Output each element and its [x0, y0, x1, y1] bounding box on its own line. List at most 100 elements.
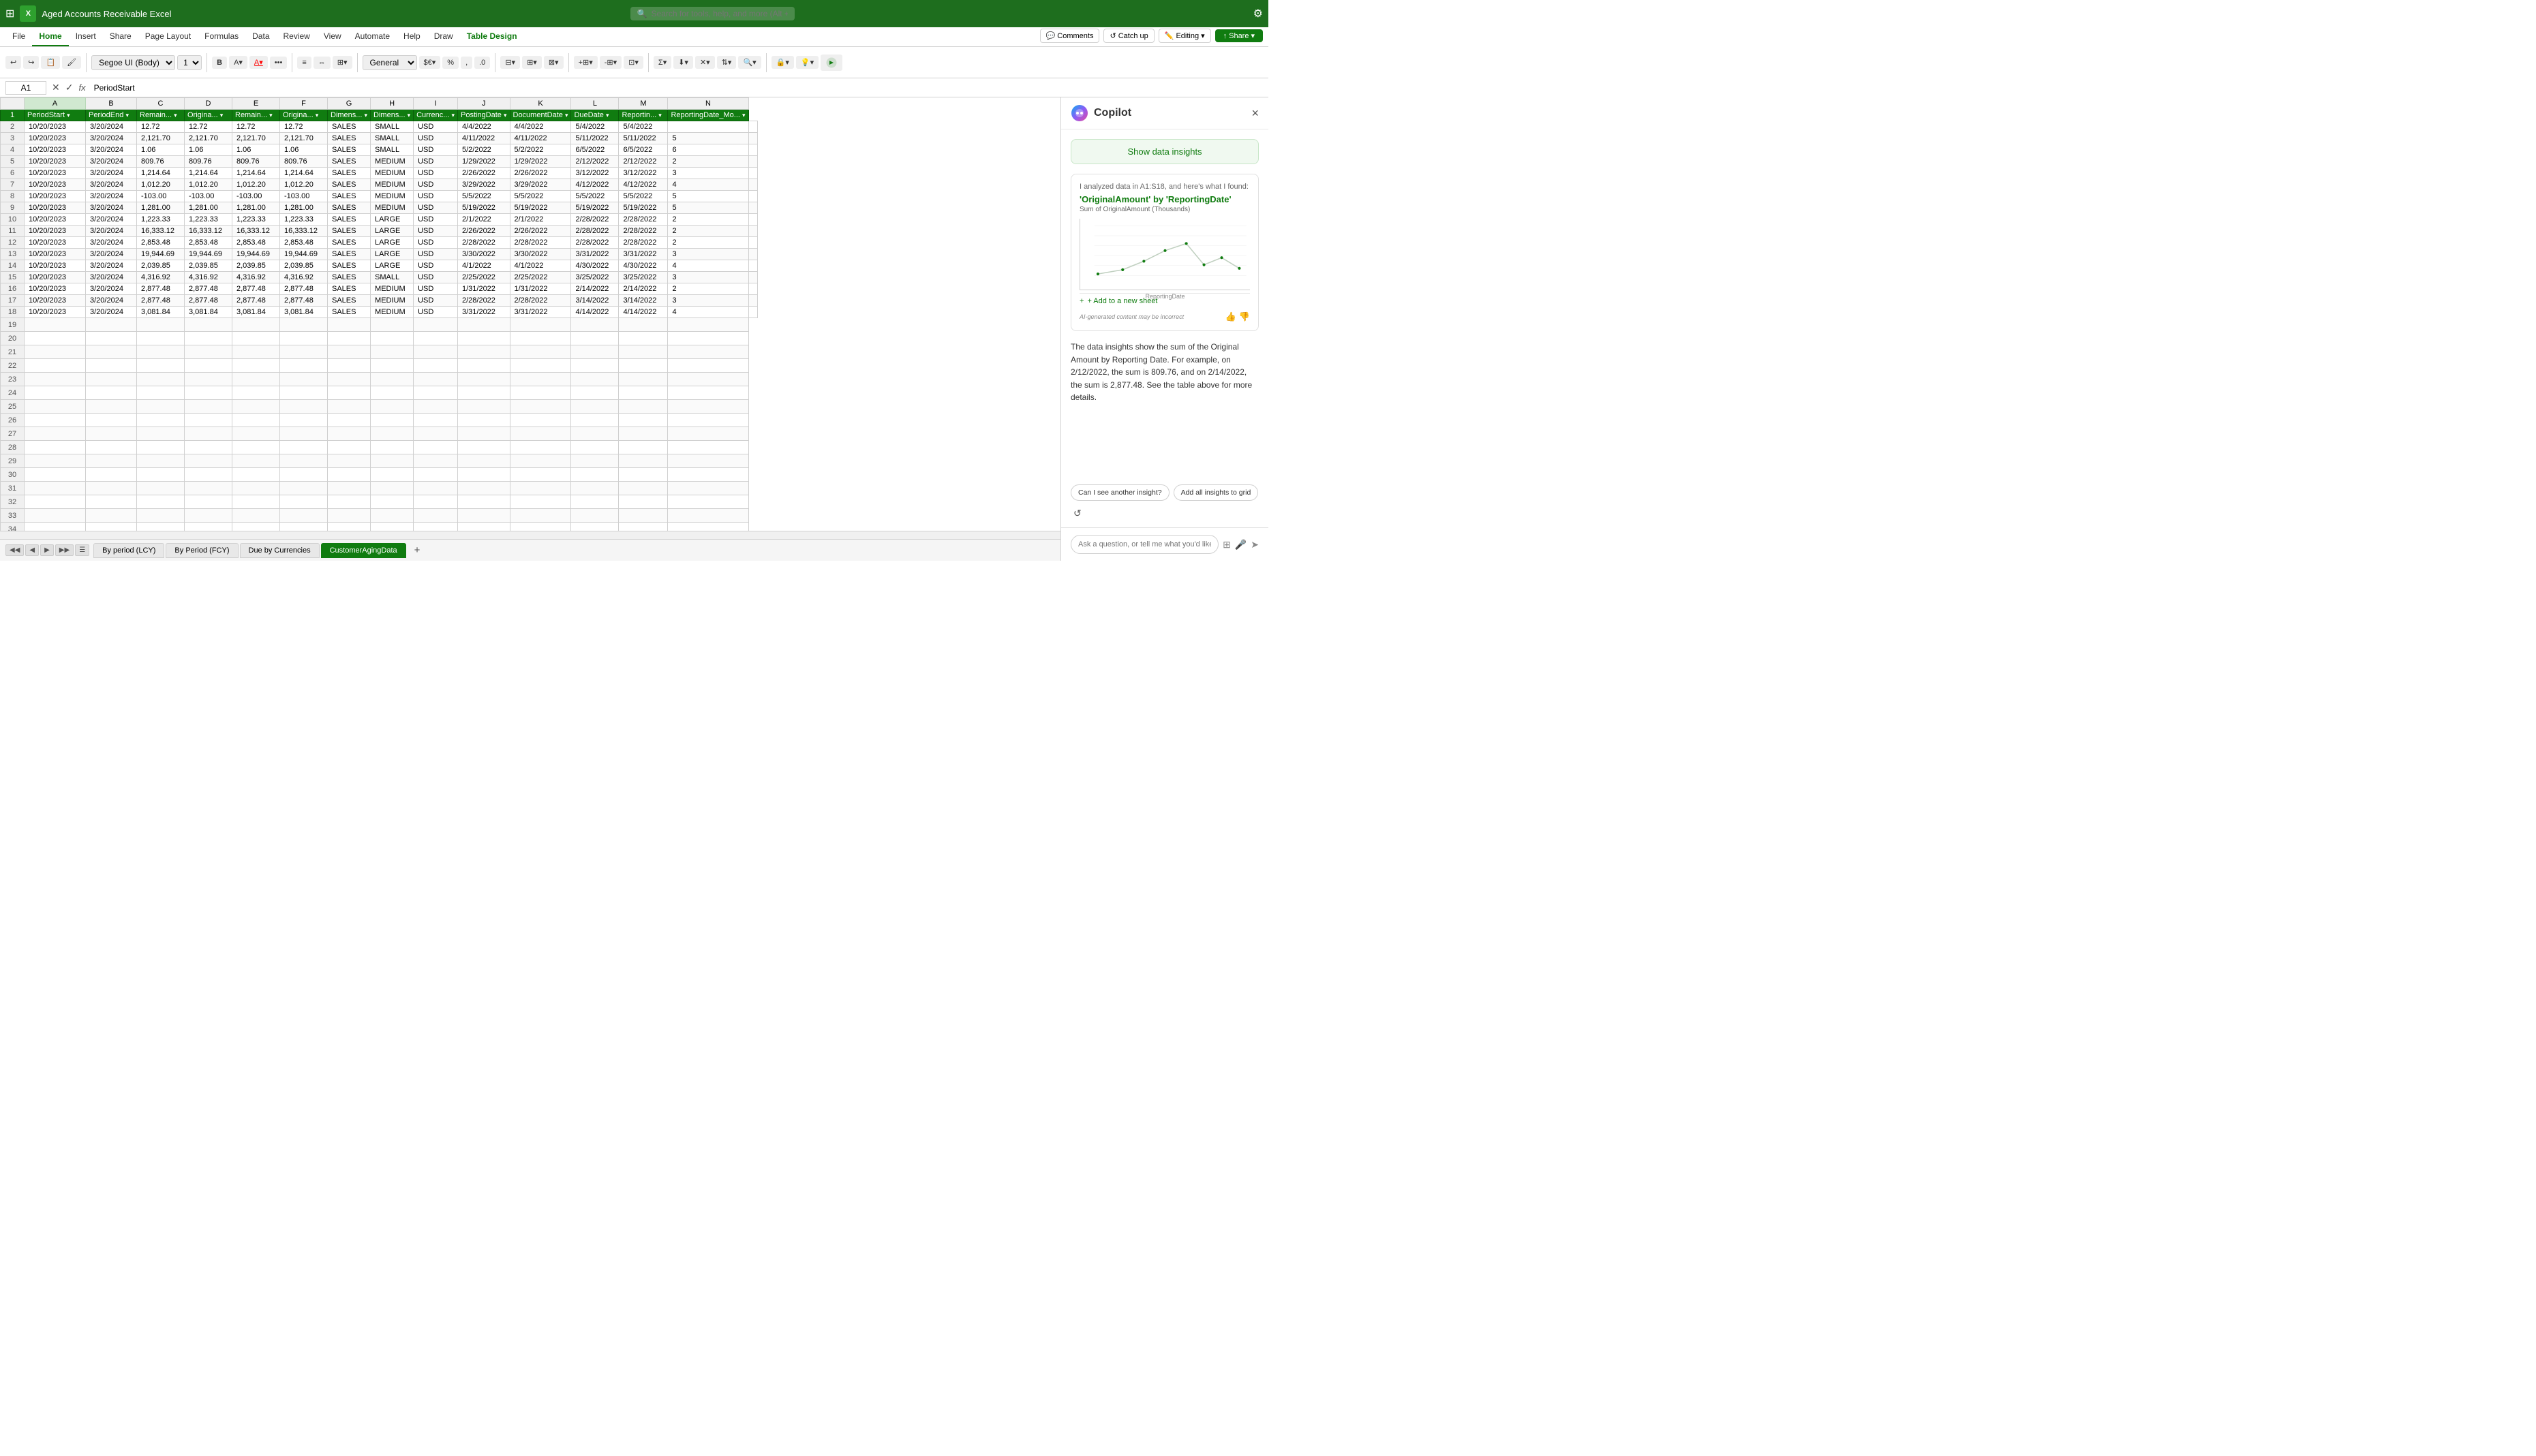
table-cell[interactable]: 2: [668, 283, 748, 295]
merge-button[interactable]: ⊞▾: [333, 56, 352, 69]
header-cell-periodstart[interactable]: PeriodStart ▾: [25, 110, 86, 121]
table-row[interactable]: 33: [1, 509, 758, 523]
table-cell[interactable]: 3: [668, 295, 748, 307]
table-cell[interactable]: 2: [668, 156, 748, 168]
table-cell[interactable]: SALES: [328, 249, 371, 260]
table-cell[interactable]: 2/28/2022: [571, 237, 619, 249]
table-row[interactable]: 28: [1, 441, 758, 454]
table-row[interactable]: 610/20/20233/20/20241,214.641,214.641,21…: [1, 168, 758, 179]
table-cell[interactable]: 5/2/2022: [457, 144, 510, 156]
table-cell[interactable]: SALES: [328, 283, 371, 295]
tab-formulas[interactable]: Formulas: [198, 27, 245, 46]
table-cell[interactable]: USD: [414, 226, 458, 237]
table-cell[interactable]: -103.00: [137, 191, 185, 202]
table-cell[interactable]: SALES: [328, 168, 371, 179]
table-cell[interactable]: [748, 144, 757, 156]
more-button[interactable]: •••: [270, 57, 288, 69]
table-cell[interactable]: SALES: [328, 179, 371, 191]
table-cell[interactable]: 2,877.48: [280, 295, 328, 307]
format-painter-button[interactable]: 🖌: [62, 56, 81, 69]
table-row[interactable]: 24: [1, 386, 758, 400]
table-cell[interactable]: 3/20/2024: [86, 133, 137, 144]
table-cell[interactable]: 1,214.64: [185, 168, 232, 179]
table-cell[interactable]: [748, 121, 757, 133]
table-cell[interactable]: 2,039.85: [280, 260, 328, 272]
table-cell[interactable]: 2/25/2022: [457, 272, 510, 283]
tab-home[interactable]: Home: [32, 27, 68, 46]
refresh-icon[interactable]: ↺: [1071, 505, 1084, 522]
table-cell[interactable]: 3/31/2022: [571, 249, 619, 260]
table-cell[interactable]: 4/14/2022: [571, 307, 619, 318]
horizontal-scrollbar[interactable]: [0, 531, 1060, 539]
col-header-d[interactable]: D: [185, 98, 232, 110]
table-cell[interactable]: 3: [668, 272, 748, 283]
header-cell-dimens2[interactable]: Dimens... ▾: [371, 110, 414, 121]
table-cell[interactable]: [748, 133, 757, 144]
sum-button[interactable]: Σ▾: [654, 56, 671, 69]
table-cell[interactable]: 2,853.48: [185, 237, 232, 249]
table-cell[interactable]: 3/20/2024: [86, 226, 137, 237]
table-cell[interactable]: SALES: [328, 237, 371, 249]
table-cell[interactable]: 1/29/2022: [457, 156, 510, 168]
table-cell[interactable]: 3/20/2024: [86, 295, 137, 307]
table-cell[interactable]: 3/20/2024: [86, 272, 137, 283]
table-cell[interactable]: 3/20/2024: [86, 307, 137, 318]
table-cell[interactable]: 1.06: [232, 144, 280, 156]
table-cell[interactable]: SALES: [328, 260, 371, 272]
formula-input[interactable]: [91, 82, 1263, 94]
fill-button[interactable]: ⬇▾: [673, 56, 693, 69]
table-cell[interactable]: 4: [668, 179, 748, 191]
table-cell[interactable]: 6/5/2022: [571, 144, 619, 156]
table-cell[interactable]: 12.72: [185, 121, 232, 133]
format-cells-button[interactable]: ⊡▾: [624, 56, 643, 69]
table-row[interactable]: 27: [1, 427, 758, 441]
table-cell[interactable]: MEDIUM: [371, 202, 414, 214]
fill-color-button[interactable]: A▾: [229, 56, 247, 69]
table-cell[interactable]: 5: [668, 202, 748, 214]
table-cell[interactable]: 19,944.69: [137, 249, 185, 260]
tab-page-layout[interactable]: Page Layout: [138, 27, 198, 46]
table-cell[interactable]: 5/5/2022: [619, 191, 668, 202]
table-row[interactable]: 30: [1, 468, 758, 482]
table-cell[interactable]: 809.76: [280, 156, 328, 168]
table-cell[interactable]: -103.00: [185, 191, 232, 202]
table-cell[interactable]: 4/12/2022: [619, 179, 668, 191]
tab-by-period-fcy[interactable]: By Period (FCY): [166, 543, 238, 558]
table-cell[interactable]: 2: [668, 226, 748, 237]
table-cell[interactable]: MEDIUM: [371, 295, 414, 307]
table-cell[interactable]: LARGE: [371, 214, 414, 226]
table-cell[interactable]: 5/19/2022: [571, 202, 619, 214]
tab-help[interactable]: Help: [397, 27, 427, 46]
table-cell[interactable]: 2/1/2022: [457, 214, 510, 226]
table-cell[interactable]: 1,214.64: [280, 168, 328, 179]
table-cell[interactable]: 1,214.64: [137, 168, 185, 179]
table-row[interactable]: 26: [1, 414, 758, 427]
table-cell[interactable]: SALES: [328, 307, 371, 318]
table-row[interactable]: 1710/20/20233/20/20242,877.482,877.482,8…: [1, 295, 758, 307]
table-cell[interactable]: 2/28/2022: [510, 295, 571, 307]
table-cell[interactable]: 3/25/2022: [571, 272, 619, 283]
table-cell[interactable]: 4/12/2022: [571, 179, 619, 191]
table-cell[interactable]: 1/29/2022: [510, 156, 571, 168]
sensitivity-button[interactable]: 🔒▾: [772, 56, 794, 69]
tab-automate[interactable]: Automate: [348, 27, 397, 46]
table-cell[interactable]: 10/20/2023: [25, 121, 86, 133]
tab-insert[interactable]: Insert: [69, 27, 103, 46]
table-cell[interactable]: 2/26/2022: [457, 168, 510, 179]
table-cell[interactable]: 2/28/2022: [510, 237, 571, 249]
tab-table-design[interactable]: Table Design: [460, 27, 524, 46]
table-cell[interactable]: 1/31/2022: [457, 283, 510, 295]
table-cell[interactable]: USD: [414, 144, 458, 156]
table-cell[interactable]: 2/14/2022: [571, 283, 619, 295]
table-cell[interactable]: 2,039.85: [137, 260, 185, 272]
table-cell[interactable]: 3/20/2024: [86, 249, 137, 260]
table-cell[interactable]: [748, 191, 757, 202]
table-cell[interactable]: 16,333.12: [137, 226, 185, 237]
table-cell[interactable]: SALES: [328, 214, 371, 226]
table-cell[interactable]: 3/20/2024: [86, 144, 137, 156]
sort-filter-button[interactable]: ⇅▾: [717, 56, 737, 69]
tab-due-by-currencies[interactable]: Due by Currencies: [240, 543, 320, 558]
table-cell[interactable]: USD: [414, 249, 458, 260]
table-cell[interactable]: 1,223.33: [232, 214, 280, 226]
table-cell[interactable]: 3/14/2022: [571, 295, 619, 307]
